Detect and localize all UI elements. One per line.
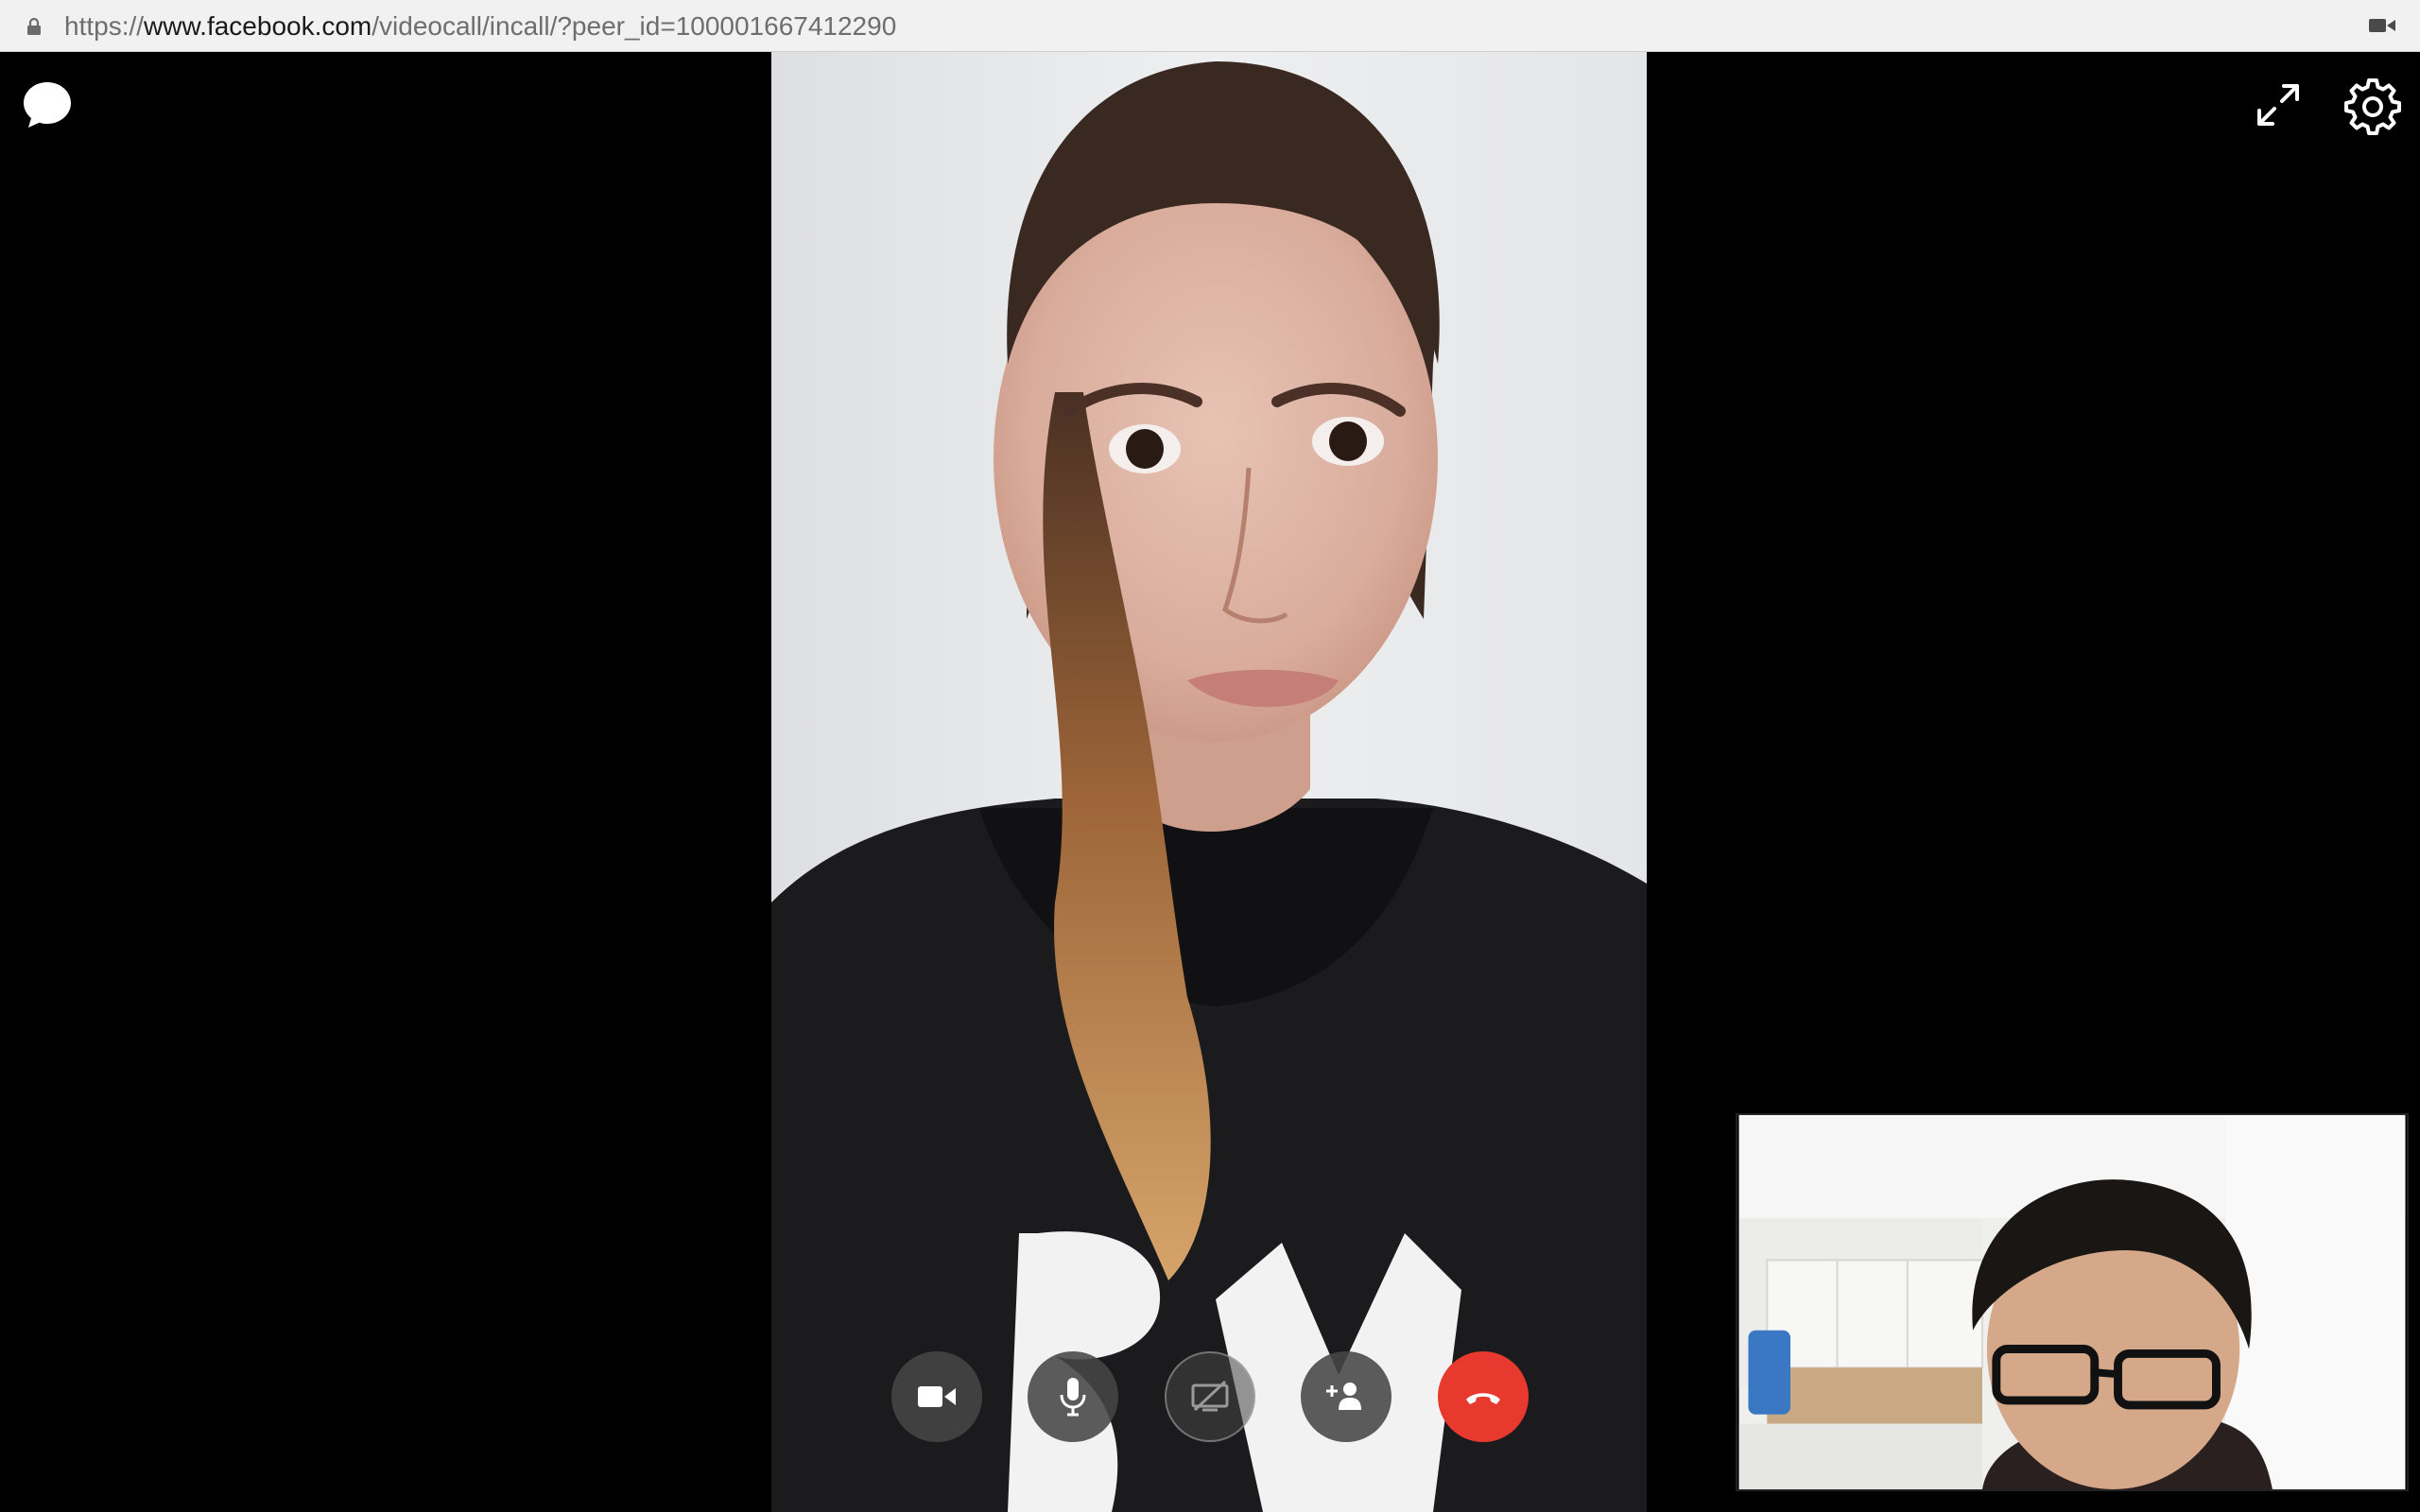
url-path: /videocall/incall/?peer_id=1000016674122… xyxy=(372,11,897,41)
settings-button[interactable] xyxy=(2342,75,2403,135)
self-view-video[interactable] xyxy=(1736,1113,2409,1491)
phone-hangup-icon xyxy=(1466,1393,1500,1404)
call-controls-bar xyxy=(891,1351,1529,1442)
gear-icon xyxy=(2344,78,2401,135)
screen-share-button[interactable] xyxy=(1165,1351,1255,1442)
url-text[interactable]: https://www.facebook.com/videocall/incal… xyxy=(64,11,896,42)
remote-video xyxy=(771,52,1647,1512)
lock-icon xyxy=(27,17,41,35)
self-view-frame xyxy=(1738,1115,2406,1489)
microphone-icon xyxy=(1060,1378,1086,1417)
chat-button[interactable] xyxy=(19,77,76,133)
expand-arrows-icon xyxy=(2257,84,2299,126)
toggle-microphone-button[interactable] xyxy=(1028,1351,1118,1442)
address-bar[interactable]: https://www.facebook.com/videocall/incal… xyxy=(0,0,2420,52)
url-scheme: https:// xyxy=(64,11,145,41)
remote-video-frame xyxy=(771,52,1647,1512)
browser-window: https://www.facebook.com/videocall/incal… xyxy=(0,0,2420,1512)
fullscreen-button[interactable] xyxy=(2250,77,2307,133)
call-stage xyxy=(0,52,2420,1512)
toggle-camera-button[interactable] xyxy=(891,1351,982,1442)
video-camera-icon xyxy=(918,1386,956,1407)
screen-share-off-icon xyxy=(1191,1380,1229,1412)
add-person-icon xyxy=(1326,1383,1361,1410)
add-person-button[interactable] xyxy=(1301,1351,1392,1442)
url-host: www.facebook.com xyxy=(144,11,372,41)
end-call-button[interactable] xyxy=(1438,1351,1529,1442)
video-camera-icon[interactable] xyxy=(2369,16,2395,35)
chat-bubble-icon xyxy=(24,82,71,128)
